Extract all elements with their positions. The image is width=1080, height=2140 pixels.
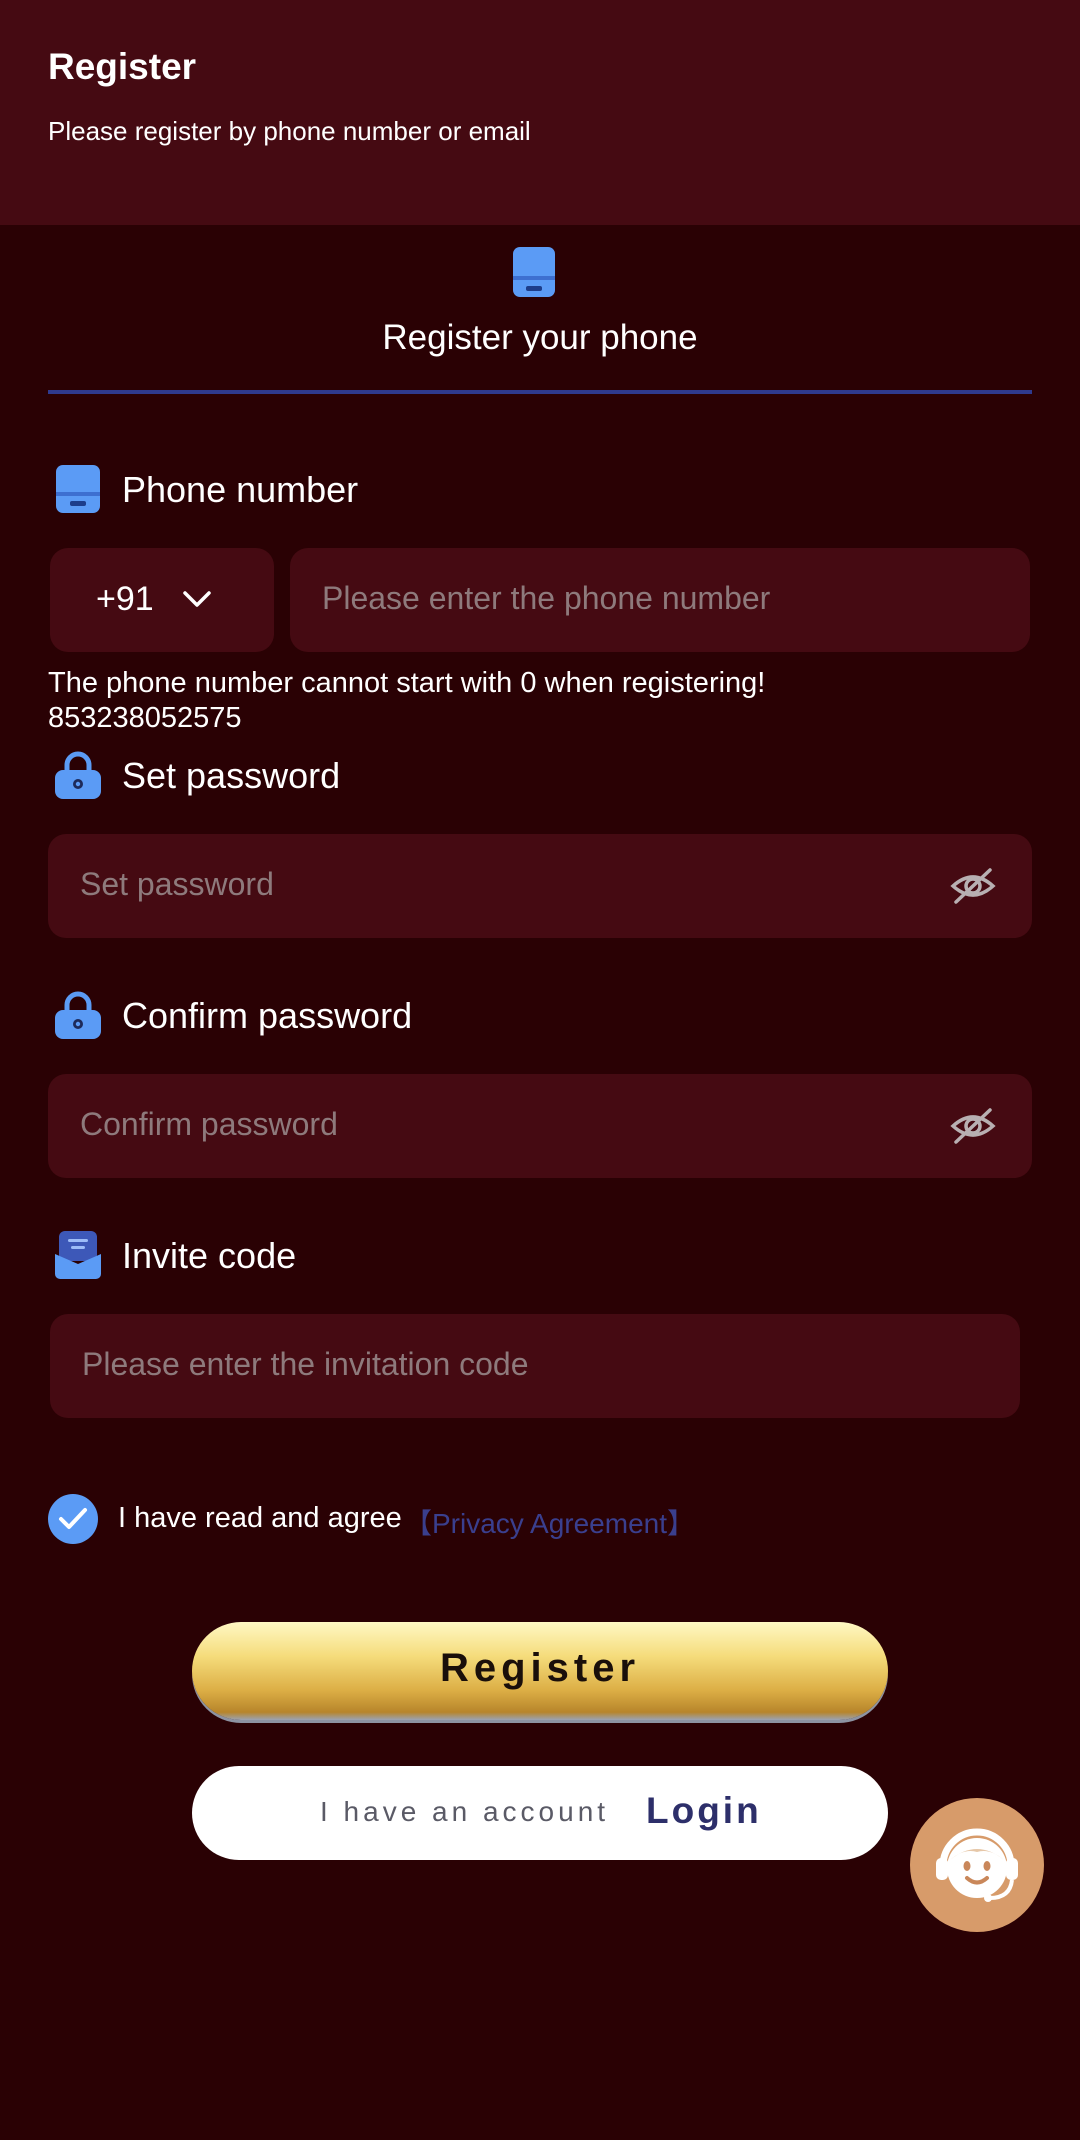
phone-hint-number: 853238052575	[48, 702, 242, 734]
phone-hint-line: The phone number cannot start with 0 whe…	[48, 667, 766, 699]
invite-code-input[interactable]: Please enter the invitation code	[50, 1314, 1020, 1418]
eye-off-icon[interactable]	[950, 1106, 996, 1146]
register-button[interactable]: Register	[192, 1622, 888, 1720]
login-link[interactable]: Login	[646, 1790, 762, 1832]
customer-service-button[interactable]	[910, 1798, 1044, 1932]
header: Register Please register by phone number…	[0, 0, 1080, 225]
confirm-password-label-text: Confirm password	[122, 995, 413, 1036]
phone-number-input[interactable]: Please enter the phone number	[290, 548, 1030, 652]
checkmark-icon	[59, 1508, 87, 1529]
page-subtitle: Please register by phone number or email	[48, 116, 531, 146]
confirm-password-input[interactable]: Confirm password	[48, 1074, 1032, 1178]
login-button[interactable]: I have an account Login	[192, 1766, 888, 1860]
customer-service-icon	[936, 1828, 1018, 1902]
country-code-select[interactable]: +91	[50, 548, 274, 652]
country-code-value: +91	[96, 580, 154, 618]
chevron-down-icon	[183, 591, 211, 607]
register-page: Register Please register by phone number…	[0, 0, 1080, 2140]
set-password-label-text: Set password	[122, 755, 341, 796]
phone-icon	[56, 465, 100, 513]
privacy-agreement-link[interactable]: 【Privacy Agreement】	[404, 1502, 695, 1542]
tab-register-phone[interactable]: Register your phone	[48, 240, 1032, 394]
lock-icon	[55, 991, 101, 1039]
page-title: Register	[48, 46, 197, 87]
phone-number-placeholder: Please enter the phone number	[322, 580, 771, 616]
invite-icon	[55, 1231, 101, 1279]
agreement-checkbox[interactable]	[48, 1494, 98, 1544]
tab-label: Register your phone	[382, 318, 698, 357]
eye-off-icon[interactable]	[950, 866, 996, 906]
confirm-password-placeholder: Confirm password	[80, 1106, 338, 1142]
set-password-input[interactable]: Set password	[48, 834, 1032, 938]
phone-icon	[513, 247, 555, 297]
invite-code-label-text: Invite code	[122, 1235, 297, 1276]
account-prefix-text: I have an account	[320, 1796, 610, 1827]
phone-number-label-text: Phone number	[122, 469, 359, 510]
register-button-label: Register	[439, 1646, 641, 1690]
lock-icon	[55, 751, 101, 799]
set-password-placeholder: Set password	[80, 866, 274, 902]
phone-hint: The phone number cannot start with 0 whe…	[48, 666, 1028, 736]
agreement-text: I have read and agree	[118, 1502, 402, 1534]
invite-code-placeholder: Please enter the invitation code	[82, 1346, 529, 1382]
